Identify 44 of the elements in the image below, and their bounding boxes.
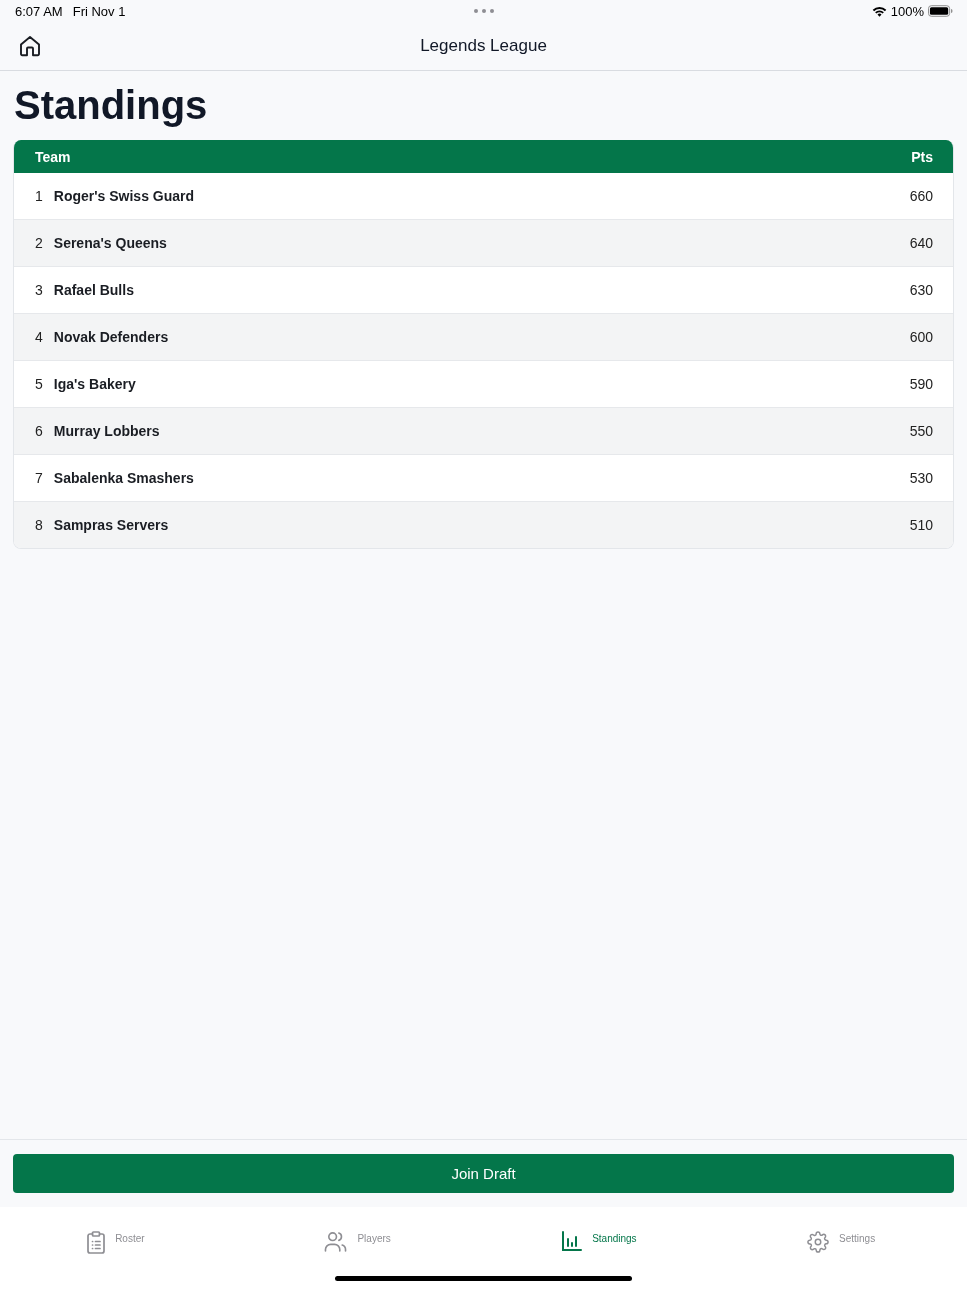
rank-number: 2 [35, 235, 43, 251]
dots-icon[interactable] [474, 9, 494, 13]
home-icon[interactable] [19, 35, 41, 57]
tab[interactable]: Players [324, 1231, 391, 1254]
team-name: Roger's Swiss Guard [53, 188, 195, 204]
tab[interactable]: Standings [562, 1231, 637, 1254]
battery-icon [928, 5, 953, 17]
rank-number: 8 [35, 517, 43, 533]
tab[interactable]: Settings [807, 1231, 876, 1254]
column-header: Pts [911, 148, 933, 165]
status-date: Fri Nov 1 [72, 3, 126, 19]
page-title: Standings [14, 82, 208, 129]
rank-number: 1 [35, 188, 43, 204]
team-name: Sampras Servers [53, 517, 169, 533]
tab[interactable]: Roster [87, 1231, 145, 1254]
column-header: Team [35, 148, 71, 165]
rank-number: 6 [35, 423, 43, 439]
people-icon [324, 1231, 348, 1252]
team-name: Novak Defenders [53, 329, 169, 345]
points-value: 630 [909, 282, 933, 298]
rank-number: 7 [35, 470, 43, 486]
status-time: 6:07 AM [15, 3, 63, 19]
points-value: 510 [909, 517, 933, 533]
team-name: Iga's Bakery [53, 376, 136, 392]
rank-number: 4 [35, 329, 43, 345]
wifi-icon [871, 5, 887, 17]
nav-title: Legends League [420, 36, 547, 56]
team-name: Murray Lobbers [53, 423, 160, 439]
rank-number: 3 [35, 282, 43, 298]
gear-icon [807, 1231, 830, 1253]
points-value: 530 [909, 470, 933, 486]
bar-chart-icon [562, 1231, 583, 1251]
team-name: Rafael Bulls [53, 282, 134, 298]
points-value: 640 [909, 235, 933, 251]
clipboard-icon [87, 1231, 106, 1254]
join-draft-button[interactable]: Join Draft [13, 1154, 954, 1193]
team-name: Sabalenka Smashers [53, 470, 194, 486]
battery-percent: 100% [890, 3, 924, 19]
points-value: 590 [909, 376, 933, 392]
rank-number: 5 [35, 376, 43, 392]
team-name: Serena's Queens [53, 235, 167, 251]
points-value: 550 [909, 423, 933, 439]
points-value: 600 [909, 329, 933, 345]
points-value: 660 [909, 188, 933, 204]
